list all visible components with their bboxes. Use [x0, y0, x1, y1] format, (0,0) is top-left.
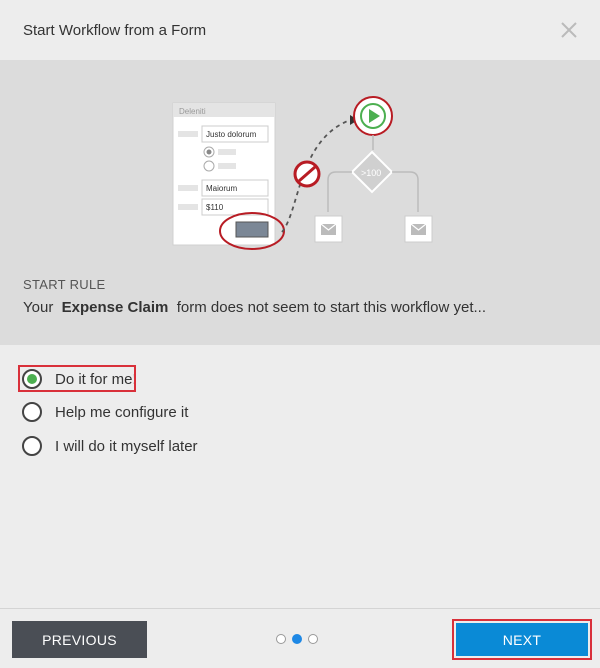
condition-diamond: >100 — [350, 150, 394, 194]
next-button[interactable]: NEXT — [456, 623, 588, 656]
option-highlight — [18, 365, 136, 392]
radio-button[interactable] — [22, 402, 42, 422]
page-indicator — [276, 634, 318, 644]
blocked-icon — [293, 160, 321, 188]
dialog-footer: PREVIOUS NEXT — [0, 608, 600, 668]
start-rule-label: START RULE — [23, 277, 106, 292]
form-name: Expense Claim — [61, 299, 169, 316]
close-icon[interactable] — [556, 17, 582, 43]
play-icon — [353, 96, 393, 136]
mail-icon — [314, 215, 343, 243]
form-title: Deleniti — [179, 107, 206, 116]
option-do-it-later[interactable]: I will do it myself later — [22, 434, 198, 458]
condition-label: >100 — [361, 168, 381, 178]
form-field-2: Maiorum — [206, 184, 237, 193]
mail-icon — [404, 215, 433, 243]
dialog-header: Start Workflow from a Form — [0, 0, 600, 60]
option-label: I will do it myself later — [55, 437, 198, 455]
previous-button[interactable]: PREVIOUS — [12, 621, 147, 658]
form-field-3: $110 — [206, 203, 224, 212]
form-field-1: Justo dolorum — [206, 130, 257, 139]
dialog-title: Start Workflow from a Form — [23, 22, 207, 39]
radio-button[interactable] — [22, 436, 42, 456]
start-rule-message: Your Expense Claim form does not seem to… — [23, 299, 486, 316]
start-rule-panel: Deleniti Justo dolorum Maiorum $110 >100… — [0, 60, 600, 345]
page-dot[interactable] — [308, 634, 318, 644]
page-dot[interactable] — [276, 634, 286, 644]
workflow-illustration: Deleniti Justo dolorum Maiorum $110 >100 — [172, 96, 433, 250]
message-prefix: Your — [23, 299, 54, 316]
form-mockup: Deleniti Justo dolorum Maiorum $110 — [172, 102, 276, 246]
page-dot-active[interactable] — [292, 634, 302, 644]
next-highlight: NEXT — [452, 619, 592, 660]
option-label: Help me configure it — [55, 403, 189, 421]
option-help-configure[interactable]: Help me configure it — [22, 400, 188, 424]
message-suffix: form does not seem to start this workflo… — [176, 299, 486, 316]
